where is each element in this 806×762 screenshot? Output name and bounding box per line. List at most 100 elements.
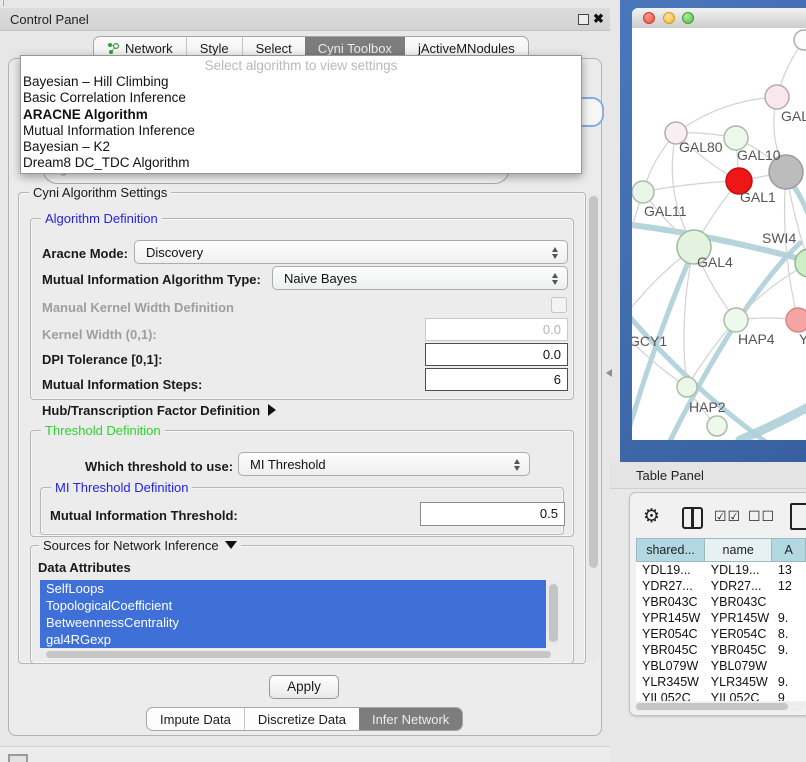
tab-discretize-data-label: Discretize Data [258,712,346,727]
which-threshold-select[interactable]: MI Threshold [238,452,530,476]
table-row[interactable]: YDR27...YDR27...12 [636,578,806,594]
node-label: GAL1 [740,189,776,205]
settings-scrollbar-track[interactable] [587,193,599,661]
mi-threshold-field[interactable]: 0.5 [420,502,565,526]
table-row[interactable]: YBL079WYBL079W [636,658,806,674]
node-table: shared...nameA YDL19...YDL19...13YDR27..… [636,538,806,710]
table-body: YDL19...YDL19...13YDR27...YDR27...12YBR0… [636,562,806,701]
settings-scrollbar-thumb[interactable] [589,196,598,568]
close-traffic-light[interactable] [643,12,655,24]
attribute-item[interactable]: TopologicalCoefficient [40,597,546,614]
algorithm-option[interactable]: ARACNE Algorithm [21,107,581,123]
table-hscrollbar-track[interactable] [634,702,804,711]
node-label: SWI4 [762,230,796,246]
algorithm-option[interactable]: Bayesian – K2 [21,139,581,155]
tab-network-label: Network [125,41,173,56]
table-header-cell[interactable]: name [705,538,772,562]
node-below-hap2[interactable] [707,416,727,436]
app-root: Control Panel ✖ Network Style Select Cyn… [0,0,806,762]
table-cell: YLR345W [705,674,772,690]
dock-mini-icon[interactable] [8,754,28,762]
tab-impute-data[interactable]: Impute Data [147,708,244,730]
network-graph[interactable]: GALGAL80GAL10GAL1GAL11SWI4GAL4GCY1HAP4YH… [632,28,806,440]
attribute-item[interactable]: SelfLoops [40,580,546,597]
table-row[interactable]: YBR045CYBR045C9. [636,642,806,658]
table-header-cell[interactable]: A [772,538,806,562]
algorithm-dropdown-items: Bayesian – Hill ClimbingBasic Correlatio… [21,74,581,172]
hub-definition-label: Hub/Transcription Factor Definition [42,403,260,418]
dpi-tolerance-field[interactable]: 0.0 [425,343,568,366]
document-icon[interactable] [790,503,806,530]
gear-icon[interactable]: ⚙ [643,505,660,527]
tab-discretize-data[interactable]: Discretize Data [244,708,359,730]
mi-type-label: Mutual Information Algorithm Type: [42,272,261,287]
attributes-hscrollbar-track[interactable] [44,650,558,659]
close-icon[interactable]: ✖ [593,11,604,27]
attributes-vscrollbar-thumb[interactable] [549,584,558,642]
deselect-all-checkboxes-icon[interactable]: ☐☐ [748,509,775,525]
network-canvas[interactable]: GALGAL80GAL10GAL1GAL11SWI4GAL4GCY1HAP4YH… [632,28,806,440]
table-hscrollbar-thumb[interactable] [636,703,788,710]
expand-right-icon [268,404,276,416]
table-row[interactable]: YDL19...YDL19...13 [636,562,806,578]
hub-definition-toggle[interactable]: Hub/Transcription Factor Definition [42,403,276,418]
node-salmon[interactable] [786,308,806,332]
node-label: HAP2 [689,399,726,415]
kernel-width-field[interactable]: 0.0 [425,318,568,341]
algorithm-option[interactable]: Dream8 DC_TDC Algorithm [21,155,581,171]
attributes-vscrollbar-track[interactable] [548,582,559,646]
table-cell: 8. [772,626,806,642]
tab-jactivemnodules-label: jActiveMNodules [418,41,515,56]
table-row[interactable]: YIL052CYIL052C9 [636,690,806,701]
table-cell [772,658,806,674]
node-swi4[interactable] [795,249,806,277]
mi-type-select[interactable]: Naive Bayes [272,266,568,290]
table-cell: YBL079W [636,658,705,674]
table-row[interactable]: YPR145WYPR145W9. [636,610,806,626]
table-cell: YDL19... [705,562,772,578]
node-hap4[interactable] [724,308,748,332]
float-window-icon[interactable] [578,14,589,25]
node-gal11[interactable] [632,181,654,203]
tab-infer-network[interactable]: Infer Network [359,708,462,730]
table-cell: 12 [772,578,806,594]
column-layout-icon[interactable] [682,507,703,529]
node-top-partial[interactable] [794,30,806,50]
apply-button[interactable]: Apply [269,675,339,699]
which-threshold-label: Which threshold to use: [85,459,233,474]
manual-kernel-checkbox[interactable] [551,297,567,313]
collapse-down-icon [225,541,237,549]
algorithm-option[interactable]: Bayesian – Hill Climbing [21,74,581,90]
network-window-titlebar[interactable] [632,8,806,29]
aracne-mode-select[interactable]: Discovery [134,240,568,264]
table-panel-title: Table Panel [636,468,704,483]
table-header-cell[interactable]: shared... [636,538,705,562]
network-edge [676,97,777,133]
algorithm-option[interactable]: Mutual Information Inference [21,123,581,139]
table-cell: YER054C [705,626,772,642]
zoom-traffic-light[interactable] [682,12,694,24]
minimize-traffic-light[interactable] [663,12,675,24]
table-row[interactable]: YER054CYER054C8. [636,626,806,642]
attributes-hscrollbar-thumb[interactable] [46,651,551,658]
algorithm-option[interactable]: Basic Correlation Inference [21,90,581,106]
attribute-item[interactable]: BetweennessCentrality [40,614,546,631]
node-label: GAL10 [737,147,781,163]
node-hap2[interactable] [677,377,697,397]
select-all-checkboxes-icon[interactable]: ☑☑ [714,509,741,525]
table-cell: 9. [772,642,806,658]
mi-threshold-label: Mutual Information Threshold: [50,508,238,523]
table-cell: YLR345W [636,674,705,690]
node-label: GAL80 [679,139,723,155]
node-label: GCY1 [632,333,667,349]
mi-steps-field[interactable]: 6 [425,368,568,391]
sources-toggle[interactable]: Sources for Network Inference [39,538,241,553]
splitter-collapse-arrow[interactable] [606,369,612,377]
node-label: GAL11 [644,203,687,219]
node-gal-pink[interactable] [765,85,789,109]
attribute-item[interactable]: gal4RGexp [40,631,546,648]
kernel-width-label: Kernel Width (0,1): [42,327,157,342]
table-row[interactable]: YLR345WYLR345W9. [636,674,806,690]
dpi-tolerance-label: DPI Tolerance [0,1]: [42,352,162,367]
table-row[interactable]: YBR043CYBR043C [636,594,806,610]
